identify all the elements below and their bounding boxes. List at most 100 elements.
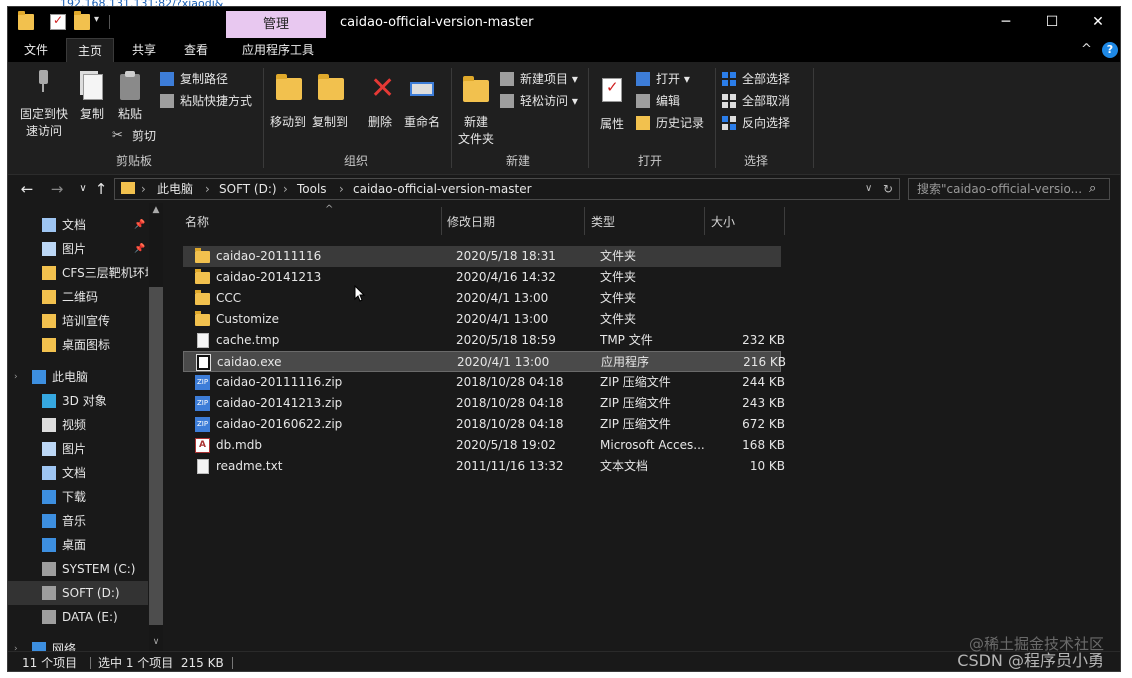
minimize-button[interactable]: ─ [983, 7, 1029, 38]
sidebar-item-label: 桌面 [62, 538, 87, 552]
sidebar-item[interactable]: SOFT (D:) [8, 581, 148, 605]
sidebar-item-label: 图片 [62, 242, 87, 256]
breadcrumb-tools[interactable]: Tools [297, 179, 327, 199]
location-icon [42, 218, 56, 232]
column-header-type[interactable]: 类型 [591, 210, 701, 234]
table-row[interactable]: ZIP caidao-20141213.zip 2018/10/28 04:18 ZI… [183, 393, 785, 414]
refresh-icon[interactable]: ↻ [883, 179, 893, 199]
help-icon[interactable]: ? [1102, 42, 1118, 58]
column-divider[interactable] [704, 207, 705, 235]
background-window-strip [1122, 0, 1132, 678]
open-button[interactable]: 打开 ▾ [636, 69, 690, 89]
breadcrumb-separator-icon[interactable]: › [339, 179, 344, 199]
copy-path-button[interactable]: 复制路径 [160, 69, 228, 89]
table-row[interactable]: ZIP caidao-20111116.zip 2018/10/28 04:18 ZI… [183, 372, 785, 393]
breadcrumb-separator-icon[interactable]: › [141, 179, 146, 199]
table-row[interactable]: cache.tmp 2020/5/18 18:59 TMP 文件 232 KB [183, 330, 785, 351]
tab-share[interactable]: 共享 [124, 38, 164, 62]
copy-label: 复制 [79, 107, 104, 121]
tab-view[interactable]: 查看 [176, 38, 216, 62]
cell-size: 232 KB [742, 333, 785, 347]
table-row[interactable]: caidao.exe 2020/4/1 13:00 应用程序 216 KB [183, 351, 786, 372]
cell-name: caidao-20141213.zip [216, 396, 343, 410]
expand-chevron-icon[interactable]: › [14, 365, 18, 389]
table-row[interactable]: Adb.mdb 2020/5/18 19:02 Microsoft Acces...… [183, 435, 785, 456]
search-box[interactable]: 搜索"caidao-official-versio... ⌕ [908, 178, 1110, 200]
history-button[interactable]: 历史记录 [636, 113, 704, 133]
cell-type: 文件夹 [600, 291, 637, 305]
easy-access-button[interactable]: 轻松访问 ▾ [500, 91, 578, 111]
sidebar-item[interactable]: 3D 对象 [8, 389, 148, 413]
collapse-ribbon-icon[interactable]: ^ [1081, 42, 1092, 57]
paste-shortcut-button[interactable]: 粘贴快捷方式 [160, 91, 252, 111]
sidebar-item[interactable]: CFS三层靶机环境 [8, 261, 148, 285]
sidebar-item[interactable]: 下载 [8, 485, 148, 509]
sidebar-item[interactable]: › 此电脑 [8, 365, 148, 389]
sidebar-item[interactable]: 二维码 [8, 285, 148, 309]
location-icon [42, 442, 56, 456]
new-item-button[interactable]: 新建项目 ▾ [500, 69, 578, 89]
sidebar-item[interactable]: 文档 [8, 461, 148, 485]
sidebar-item[interactable]: › 网络 [8, 637, 148, 651]
column-header-name[interactable]: 名称 ^ [185, 204, 439, 234]
qat-dropdown-icon[interactable]: ▾ [94, 14, 99, 25]
sidebar-item[interactable]: 图片 📌 [8, 237, 148, 261]
sidebar-item[interactable]: 桌面 [8, 533, 148, 557]
invert-selection-button[interactable]: 反向选择 [722, 113, 790, 133]
cut-button[interactable]: ✂ 剪切 [112, 126, 156, 146]
sidebar-item[interactable]: 培训宣传 [8, 309, 148, 333]
table-row[interactable]: readme.txt 2011/11/16 13:32 文本文档 10 KB [183, 456, 785, 477]
sidebar-item[interactable]: 视频 [8, 413, 148, 437]
table-row[interactable]: Customize 2020/4/1 13:00 文件夹 [183, 309, 781, 330]
close-button[interactable]: ✕ [1075, 7, 1120, 38]
location-icon [42, 242, 56, 256]
table-row[interactable]: caidao-20141213 2020/4/16 14:32 文件夹 [183, 267, 781, 288]
table-row[interactable]: ZIP caidao-20160622.zip 2018/10/28 04:18 ZI… [183, 414, 785, 435]
watermark-csdn: CSDN @程序员小勇 [957, 651, 1104, 670]
sidebar-item-label: 文档 [62, 466, 87, 480]
column-header-size[interactable]: 大小 [711, 210, 781, 234]
table-row[interactable]: caidao-20111116 2020/5/18 18:31 文件夹 [183, 246, 781, 267]
breadcrumb-this-pc[interactable]: 此电脑 [157, 179, 193, 199]
properties-icon[interactable] [50, 13, 66, 30]
sidebar-item[interactable]: 文档 📌 [8, 213, 148, 237]
scroll-down-icon[interactable]: ∨ [149, 637, 163, 647]
nav-scrollbar-thumb[interactable] [149, 287, 163, 625]
up-arrow-icon[interactable]: ↑ [90, 179, 112, 199]
sidebar-item[interactable]: 图片 [8, 437, 148, 461]
expand-chevron-icon[interactable]: › [14, 637, 18, 651]
breadcrumb-separator-icon[interactable]: › [283, 179, 288, 199]
group-select-label: 选择 [744, 154, 769, 168]
column-divider[interactable] [784, 207, 785, 235]
copy-to-label: 复制到 [311, 115, 348, 129]
sidebar-item[interactable]: DATA (E:) [8, 605, 148, 629]
select-none-button[interactable]: 全部取消 [722, 91, 790, 111]
table-row[interactable]: CCC 2020/4/1 13:00 文件夹 [183, 288, 781, 309]
search-icon[interactable]: ⌕ [1089, 181, 1096, 196]
column-header-date[interactable]: 修改日期 [447, 210, 581, 234]
column-divider[interactable] [441, 207, 442, 235]
sidebar-item-label: 文档 [62, 218, 87, 232]
sidebar-item[interactable]: 桌面图标 [8, 333, 148, 357]
forward-arrow-icon[interactable]: → [46, 179, 68, 199]
breadcrumb-current-folder[interactable]: caidao-official-version-master [353, 179, 532, 199]
address-bar[interactable]: › 此电脑 › SOFT (D:) › Tools › caidao-offic… [114, 178, 900, 200]
new-folder-icon[interactable] [74, 11, 90, 30]
maximize-button[interactable]: ☐ [1029, 7, 1075, 38]
breadcrumb-soft-d[interactable]: SOFT (D:) [219, 179, 277, 199]
select-all-button[interactable]: 全部选择 [722, 69, 790, 89]
scroll-up-icon[interactable]: ▲ [149, 205, 163, 215]
tab-manage[interactable]: 管理 [226, 11, 326, 38]
column-divider[interactable] [584, 207, 585, 235]
column-name-label: 名称 [185, 215, 210, 229]
edit-button[interactable]: 编辑 [636, 91, 680, 111]
tab-home[interactable]: 主页 [66, 38, 114, 62]
address-dropdown-icon[interactable]: ∨ [865, 179, 872, 199]
tab-app-tools[interactable]: 应用程序工具 [230, 38, 326, 62]
divider [813, 68, 814, 168]
tab-file[interactable]: 文件 [18, 38, 54, 62]
breadcrumb-separator-icon[interactable]: › [205, 179, 210, 199]
back-arrow-icon[interactable]: ← [16, 179, 38, 199]
sidebar-item[interactable]: SYSTEM (C:) [8, 557, 148, 581]
sidebar-item[interactable]: 音乐 [8, 509, 148, 533]
